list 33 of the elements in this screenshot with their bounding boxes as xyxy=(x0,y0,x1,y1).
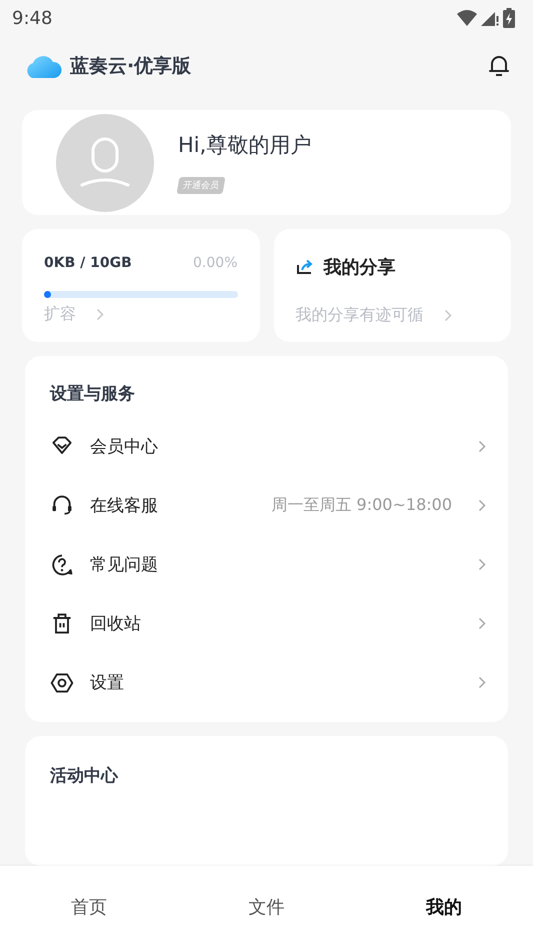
chevron-icon xyxy=(96,308,104,322)
chevron-icon xyxy=(478,676,486,690)
chevron-icon xyxy=(444,309,452,322)
nav-tab[interactable]: 首页 xyxy=(0,866,178,948)
share-title: 我的分享 xyxy=(324,256,396,280)
chevron-icon xyxy=(478,499,486,512)
signal-icon xyxy=(481,10,499,26)
menu-item[interactable]: 会员中心 xyxy=(90,435,462,458)
share-icon xyxy=(296,259,314,276)
service-hours: 周一至周五 9:00~18:00 xyxy=(271,495,452,516)
greeting-text: Hi,尊敬的用户 xyxy=(178,132,312,160)
storage-usage: 0KB / 10GB xyxy=(44,255,132,272)
chevron-icon xyxy=(478,617,486,630)
menu-item[interactable]: 在线客服 xyxy=(90,494,256,518)
menu-item[interactable]: 常见问题 xyxy=(90,553,462,576)
person-icon xyxy=(80,136,130,189)
app-title: 蓝奏云·优享版 xyxy=(70,54,192,79)
nav-tab[interactable]: 文件 xyxy=(178,866,356,948)
help-icon xyxy=(50,552,74,577)
share-card[interactable]: 我的分享 我的分享有迹可循 xyxy=(274,229,511,342)
wifi-icon xyxy=(457,10,477,26)
chevron-icon xyxy=(478,440,486,454)
chevron-icon xyxy=(478,558,486,572)
section-title: 活动中心 xyxy=(50,765,120,788)
bell-icon[interactable] xyxy=(489,55,509,77)
nav-tab[interactable]: 我的 xyxy=(355,866,533,948)
storage-percent: 0.00% xyxy=(193,255,238,272)
battery-icon xyxy=(503,8,515,28)
status-time: 9:48 xyxy=(12,8,52,28)
section-title: 设置与服务 xyxy=(50,383,136,406)
menu-item[interactable]: 设置 xyxy=(90,671,462,694)
settings-icon xyxy=(50,670,74,695)
menu-item[interactable]: 回收站 xyxy=(90,612,462,636)
